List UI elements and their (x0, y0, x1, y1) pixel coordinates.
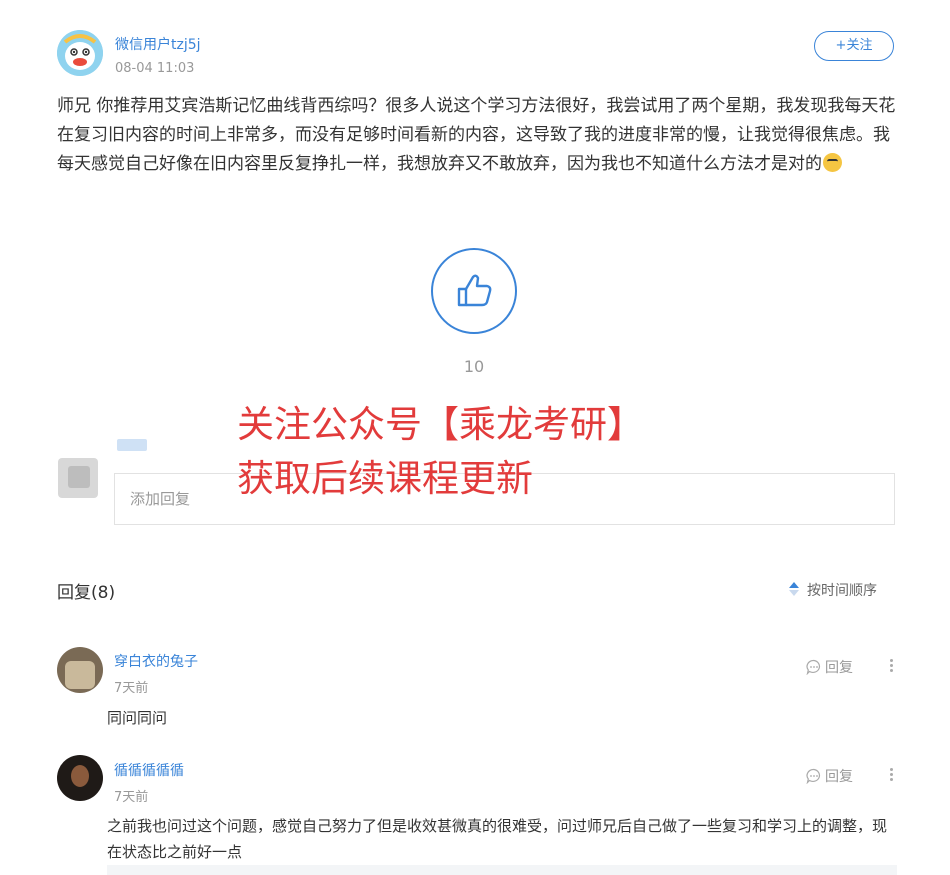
reply-avatar[interactable] (57, 755, 103, 801)
like-count: 10 (463, 357, 485, 376)
current-user-avatar (58, 458, 98, 498)
post-timestamp: 08-04 11:03 (115, 61, 195, 76)
follow-button[interactable]: +关注 (814, 31, 894, 61)
like-button[interactable] (431, 248, 517, 334)
reply-avatar[interactable] (57, 647, 103, 693)
comment-icon (806, 768, 821, 785)
quoted-reply-box (107, 865, 897, 875)
watermark-line-2: 获取后续课程更新 (237, 457, 533, 500)
reply-timestamp: 7天前 (114, 681, 149, 696)
sort-label: 按时间顺序 (807, 583, 877, 599)
current-user-name (117, 439, 147, 451)
reply-text: 之前我也问过这个问题，感觉自己努力了但是收效甚微真的很难受，问过师兄后自己做了一… (107, 817, 888, 861)
reply-author[interactable]: 循循循循循 (114, 760, 184, 780)
comment-icon (806, 659, 821, 676)
sort-icon (789, 582, 799, 596)
reply-button[interactable]: 回复 (806, 657, 853, 677)
reply-button-label: 回复 (825, 769, 853, 785)
sort-toggle[interactable]: 按时间顺序 (789, 580, 877, 600)
watermark-line-1: 关注公众号【乘龙考研】 (237, 403, 644, 446)
reply-author[interactable]: 穿白衣的兔子 (114, 651, 198, 671)
author-name[interactable]: 微信用户tzj5j (115, 34, 201, 54)
author-avatar[interactable] (57, 30, 103, 76)
more-options-icon[interactable] (885, 657, 897, 675)
reply-timestamp: 7天前 (114, 790, 149, 805)
crying-face-icon (823, 153, 842, 172)
thumbs-up-icon (457, 274, 492, 307)
post-text: 师兄 你推荐用艾宾浩斯记忆曲线背西综吗？很多人说这个学习方法很好，我尝试用了两个… (57, 96, 896, 174)
replies-title: 回复(8) (57, 583, 116, 603)
reply-button-label: 回复 (825, 660, 853, 676)
more-options-icon[interactable] (885, 766, 897, 784)
reply-text: 同问同问 (107, 709, 168, 727)
post-content: 师兄 你推荐用艾宾浩斯记忆曲线背西综吗？很多人说这个学习方法很好，我尝试用了两个… (57, 92, 897, 179)
reply-button[interactable]: 回复 (806, 766, 853, 786)
